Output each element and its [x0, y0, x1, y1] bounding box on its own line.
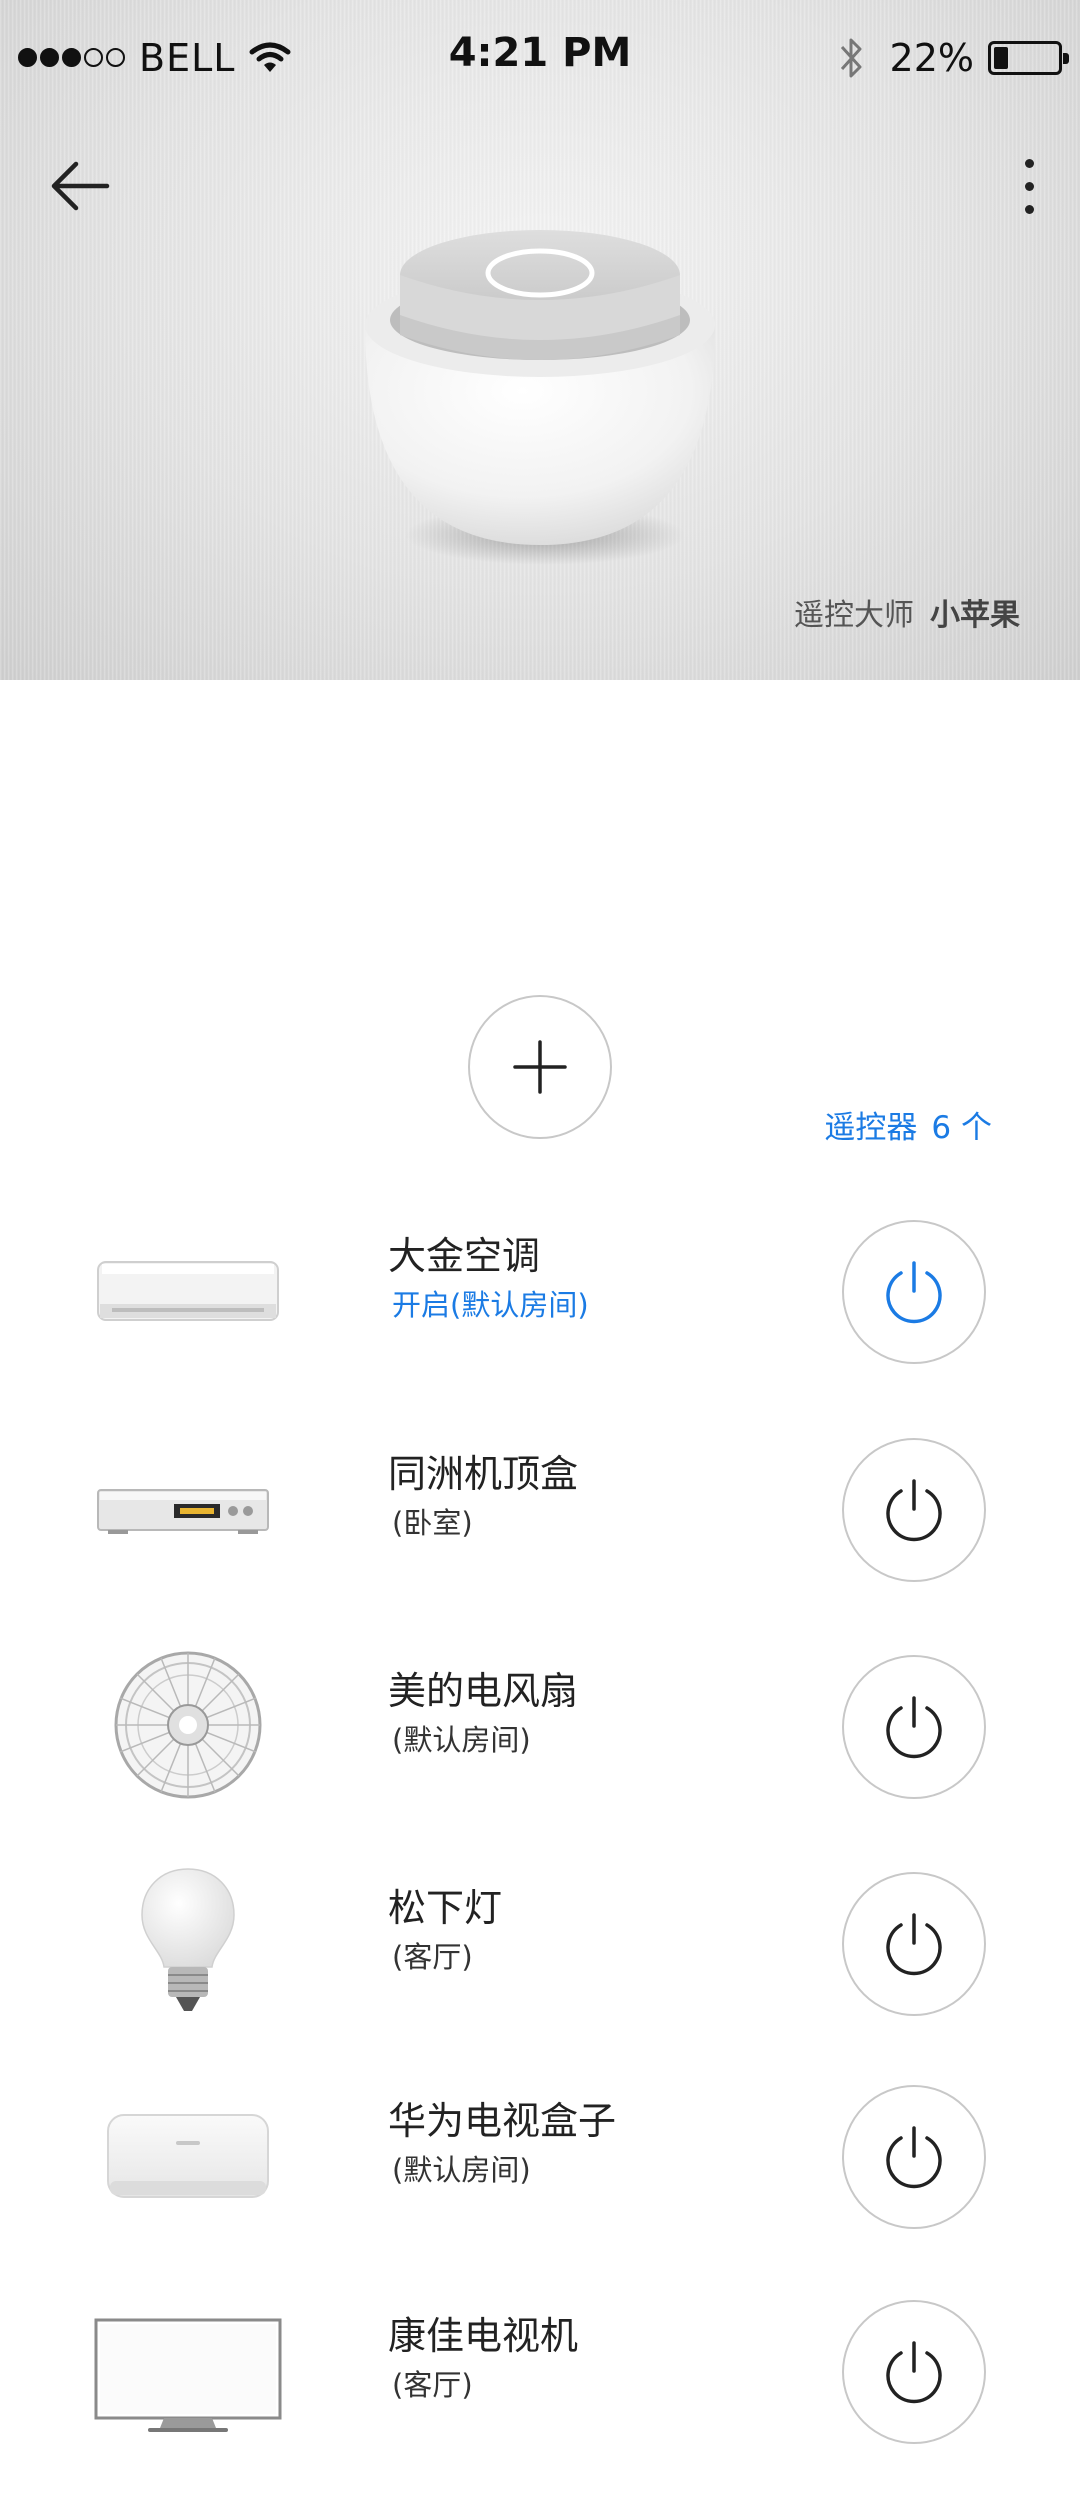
device-room: (默认房间)	[392, 2153, 531, 2187]
device-name: 松下灯	[388, 1886, 503, 1930]
tv-box-icon	[107, 2114, 269, 2198]
plus-icon	[513, 1040, 567, 1094]
device-room: 开启(默认房间)	[392, 1288, 589, 1322]
device-row[interactable]: 美的电风扇 (默认房间)	[0, 1635, 1080, 1815]
add-remote-button[interactable]	[468, 995, 612, 1139]
device-thumbnail	[88, 1651, 288, 1799]
device-info: 华为电视盒子 (默认房间)	[388, 2095, 616, 2193]
more-vertical-icon-dot	[1024, 181, 1034, 191]
battery-icon	[988, 40, 1069, 75]
hero-caption: 遥控大师 小苹果	[794, 590, 1020, 634]
device-room: (卧室)	[392, 1506, 473, 1540]
battery-fill	[994, 46, 1008, 69]
hero-banner: BELL 4:21 PM 22% 遥控大师 小苹果	[0, 0, 1080, 680]
device-name: 华为电视盒子	[388, 2099, 617, 2143]
power-icon	[886, 1261, 942, 1324]
device-info: 大金空调 开启(默认房间)	[388, 1230, 589, 1328]
light-bulb-icon	[141, 1868, 235, 2011]
power-button[interactable]	[842, 1655, 986, 1799]
device-name: 小苹果	[930, 598, 1020, 633]
more-menu-button[interactable]	[1004, 150, 1054, 222]
back-button[interactable]	[44, 150, 116, 222]
device-thumbnail	[88, 1220, 288, 1360]
power-icon	[886, 1696, 942, 1759]
device-info: 松下灯 (客厅)	[388, 1882, 502, 1980]
air-conditioner-icon	[97, 1261, 279, 1321]
remote-count-value: 6 个	[931, 1110, 992, 1146]
device-room: (默认房间)	[392, 1723, 531, 1757]
arrow-left-icon	[51, 161, 110, 211]
power-icon	[886, 1913, 942, 1976]
device-info: 美的电风扇 (默认房间)	[388, 1665, 578, 1763]
power-button[interactable]	[842, 1220, 986, 1364]
device-name: 同洲机顶盒	[388, 1452, 579, 1496]
status-bar: BELL 4:21 PM 22%	[0, 0, 1080, 115]
power-icon	[886, 2341, 942, 2404]
device-thumbnail	[88, 1868, 288, 2012]
device-row[interactable]: 大金空调 开启(默认房间)	[0, 1200, 1080, 1380]
television-icon	[94, 2318, 282, 2432]
device-row[interactable]: 松下灯 (客厅)	[0, 1852, 1080, 2032]
bluetooth-icon	[840, 38, 862, 77]
power-icon	[886, 2126, 942, 2189]
power-icon	[886, 1479, 942, 1542]
remote-count-label: 遥控器	[824, 1110, 918, 1146]
device-thumbnail	[88, 1438, 288, 1578]
power-button[interactable]	[842, 1872, 986, 2016]
device-room: (客厅)	[392, 1940, 473, 1974]
app-label: 遥控大师	[794, 598, 914, 633]
status-right: 22%	[838, 30, 1069, 85]
more-vertical-icon	[1024, 158, 1034, 168]
device-row[interactable]: 同洲机顶盒 (卧室)	[0, 1418, 1080, 1598]
remote-count: 遥控器 6 个	[824, 1102, 992, 1147]
device-room: (客厅)	[392, 2368, 473, 2402]
power-button[interactable]	[842, 2300, 986, 2444]
device-name: 大金空调	[388, 1234, 541, 1278]
set-top-box-icon	[97, 1489, 269, 1534]
battery-percent: 22%	[889, 35, 974, 80]
device-row[interactable]: 康佳电视机 (客厅)	[0, 2280, 1080, 2460]
device-name: 美的电风扇	[388, 1669, 579, 1713]
device-info: 同洲机顶盒 (卧室)	[388, 1448, 578, 1546]
device-name: 康佳电视机	[388, 2314, 579, 2358]
power-button[interactable]	[842, 1438, 986, 1582]
device-thumbnail	[88, 2300, 288, 2440]
more-vertical-icon-dot	[1024, 204, 1034, 214]
device-row[interactable]: 华为电视盒子 (默认房间)	[0, 2065, 1080, 2245]
electric-fan-icon	[114, 1651, 262, 1799]
battery-cap	[1063, 52, 1069, 64]
device-thumbnail	[88, 2085, 288, 2225]
device-info: 康佳电视机 (客厅)	[388, 2310, 578, 2408]
power-button[interactable]	[842, 2085, 986, 2229]
smart-remote-device-image	[365, 230, 715, 565]
